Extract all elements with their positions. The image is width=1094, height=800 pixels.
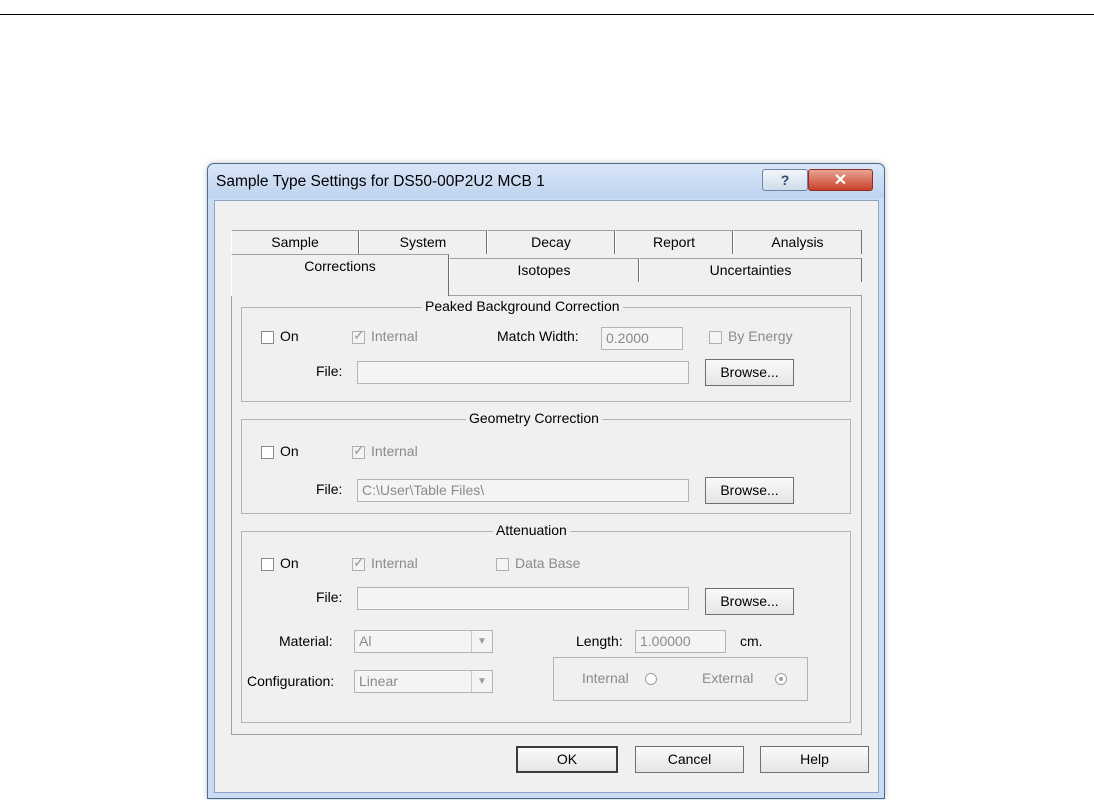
group-title: Attenuation xyxy=(493,522,570,538)
group-title: Peaked Background Correction xyxy=(422,298,623,314)
help-button[interactable]: Help xyxy=(760,746,869,773)
help-icon[interactable]: ? xyxy=(762,169,808,191)
checkbox-label: Data Base xyxy=(515,555,581,571)
match-width-label: Match Width: xyxy=(497,328,579,344)
checkbox-label: On xyxy=(280,555,299,571)
file-label: File: xyxy=(316,589,343,605)
geometry-on-checkbox[interactable] xyxy=(261,446,274,459)
attenuation-group: Attenuation On ✓ Internal Data Base File… xyxy=(241,522,851,723)
radio-label: External xyxy=(702,670,754,686)
material-select[interactable]: Al ▼ xyxy=(354,630,493,653)
checkmark-icon: ✓ xyxy=(353,442,365,458)
title-bar: Sample Type Settings for DS50-00P2U2 MCB… xyxy=(208,164,884,198)
tab-isotopes[interactable]: Isotopes xyxy=(449,258,639,282)
configuration-label: Configuration: xyxy=(247,673,335,689)
geometry-internal-checkbox[interactable]: ✓ xyxy=(352,442,365,459)
cancel-button[interactable]: Cancel xyxy=(635,746,744,773)
tab-label: Uncertainties xyxy=(709,262,792,278)
radio-label: Internal xyxy=(582,670,629,686)
tab-label: Report xyxy=(652,234,696,250)
tab-corrections[interactable]: Corrections xyxy=(231,254,449,296)
peaked-background-group: Peaked Background Correction On ✓ Intern… xyxy=(241,298,851,402)
length-input[interactable]: 1.00000 xyxy=(635,630,726,653)
checkbox-label: On xyxy=(280,328,299,344)
peaked-browse-button[interactable]: Browse... xyxy=(705,359,794,386)
geometry-file-input[interactable]: C:\User\Table Files\ xyxy=(357,479,689,502)
dialog-client-area: Sample System Decay Report Analysis Corr… xyxy=(214,200,879,793)
tab-system[interactable]: System xyxy=(359,230,487,254)
tab-sample[interactable]: Sample xyxy=(231,230,359,254)
close-icon[interactable]: ✕ xyxy=(808,169,873,191)
tab-uncertainties[interactable]: Uncertainties xyxy=(639,258,862,282)
internal-radio[interactable] xyxy=(645,673,657,685)
configuration-select[interactable]: Linear ▼ xyxy=(354,670,493,693)
checkbox-label: Internal xyxy=(371,443,418,459)
radio-selected-dot xyxy=(779,677,783,681)
checkbox-label: Internal xyxy=(371,555,418,571)
group-title: Geometry Correction xyxy=(466,410,602,426)
tab-label: Analysis xyxy=(771,234,824,250)
file-label: File: xyxy=(316,363,343,379)
tab-page-corrections: Peaked Background Correction On ✓ Intern… xyxy=(231,295,862,735)
tab-analysis[interactable]: Analysis xyxy=(733,230,862,254)
chevron-down-icon[interactable]: ▼ xyxy=(471,631,492,652)
peaked-on-checkbox[interactable] xyxy=(261,331,274,344)
data-base-checkbox[interactable] xyxy=(496,558,509,571)
checkmark-icon: ✓ xyxy=(353,327,365,343)
geometry-correction-group: Geometry Correction On ✓ Internal File: … xyxy=(241,410,851,514)
geometry-browse-button[interactable]: Browse... xyxy=(705,477,794,504)
tab-report[interactable]: Report xyxy=(615,230,733,254)
peaked-file-input[interactable] xyxy=(357,361,689,384)
length-label: Length: xyxy=(576,633,623,649)
dialog-window: Sample Type Settings for DS50-00P2U2 MCB… xyxy=(207,163,885,799)
tab-decay[interactable]: Decay xyxy=(487,230,615,254)
external-radio[interactable] xyxy=(775,673,787,685)
length-unit: cm. xyxy=(740,633,763,649)
match-width-input[interactable]: 0.2000 xyxy=(601,327,683,350)
material-value: Al xyxy=(359,633,372,649)
peaked-internal-checkbox[interactable]: ✓ xyxy=(352,327,365,344)
configuration-value: Linear xyxy=(359,673,398,689)
material-label: Material: xyxy=(279,633,333,649)
attenuation-internal-checkbox[interactable]: ✓ xyxy=(352,554,365,571)
checkmark-icon: ✓ xyxy=(353,554,365,570)
attenuation-browse-button[interactable]: Browse... xyxy=(705,588,794,615)
tab-label: Decay xyxy=(531,234,571,250)
tab-label: Sample xyxy=(271,234,319,250)
chevron-down-icon[interactable]: ▼ xyxy=(471,671,492,692)
window-title: Sample Type Settings for DS50-00P2U2 MCB… xyxy=(216,173,545,190)
attenuation-on-checkbox[interactable] xyxy=(261,558,274,571)
top-divider-line xyxy=(0,14,1094,15)
internal-external-group: Internal External xyxy=(553,657,808,701)
checkbox-label: By Energy xyxy=(728,328,793,344)
attenuation-file-input[interactable] xyxy=(357,587,689,610)
by-energy-checkbox[interactable] xyxy=(709,331,722,344)
checkbox-label: Internal xyxy=(371,328,418,344)
tab-label: Isotopes xyxy=(517,262,571,278)
file-label: File: xyxy=(316,481,343,497)
tab-label: Corrections xyxy=(304,258,376,274)
checkbox-label: On xyxy=(280,443,299,459)
ok-button[interactable]: OK xyxy=(516,746,618,773)
tab-label: System xyxy=(399,234,447,250)
